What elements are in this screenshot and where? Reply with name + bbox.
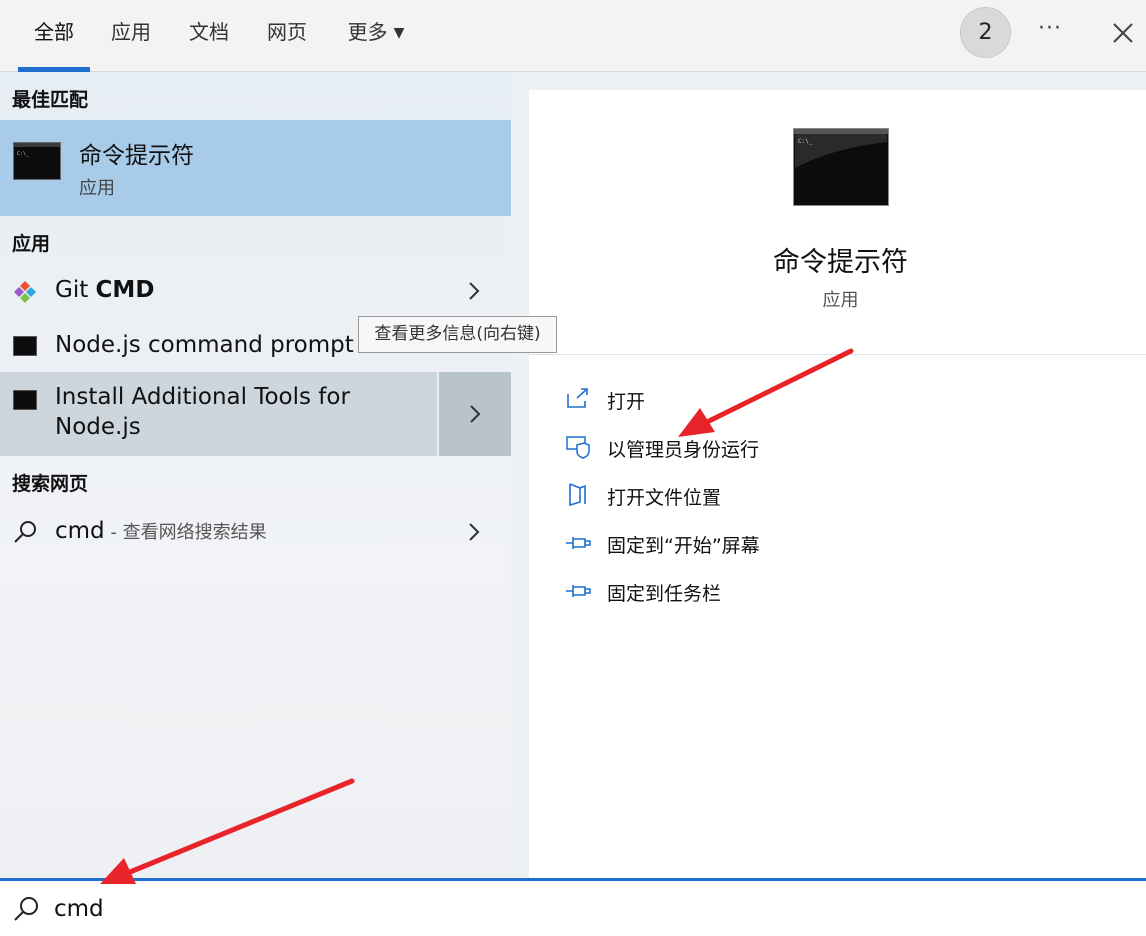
app-title: 命令提示符 bbox=[773, 247, 908, 278]
search-icon bbox=[14, 521, 36, 543]
command-prompt-icon: C:\_ bbox=[793, 128, 889, 206]
shield-icon bbox=[566, 436, 590, 459]
tab-all-label: 全部 bbox=[34, 20, 74, 44]
terminal-icon bbox=[13, 336, 37, 356]
search-scope-tabs: 全部 应用 文档 网页 更多 ▼ 2 ··· bbox=[0, 0, 1146, 72]
action-label: 固定到任务栏 bbox=[607, 583, 722, 605]
best-match-heading: 最佳匹配 bbox=[12, 89, 89, 111]
tab-web-label: 网页 bbox=[267, 20, 307, 44]
app-item-label: Node.js command prompt bbox=[55, 332, 354, 358]
details-pane: C:\_ 命令提示符 应用 打开 以管理员身份运行 打开文件位置 固定到“开始”… bbox=[529, 90, 1146, 878]
rewards-badge[interactable]: 2 bbox=[960, 7, 1011, 58]
web-search-item[interactable]: cmd - 查看网络搜索结果 bbox=[0, 510, 511, 554]
app-item-label-line1: Install Additional Tools for bbox=[55, 384, 350, 410]
search-input[interactable] bbox=[54, 891, 654, 927]
expand-details-button[interactable] bbox=[437, 372, 511, 456]
app-item-label: Git CMD bbox=[55, 277, 155, 303]
chevron-down-icon: ▼ bbox=[393, 25, 405, 41]
tab-more[interactable]: 更多 ▼ bbox=[336, 0, 416, 72]
action-label: 打开文件位置 bbox=[607, 487, 722, 509]
app-subtitle: 应用 bbox=[822, 290, 859, 311]
pin-icon bbox=[566, 585, 591, 597]
tab-web[interactable]: 网页 bbox=[256, 0, 318, 72]
tab-apps[interactable]: 应用 bbox=[100, 0, 162, 72]
divider bbox=[529, 354, 1146, 355]
search-web-heading: 搜索网页 bbox=[12, 473, 89, 495]
svg-text:C:\_: C:\_ bbox=[798, 138, 813, 145]
results-pane: 最佳匹配 C:\_ 命令提示符 应用 应用 Git CMD Node.js co… bbox=[0, 72, 511, 878]
action-label: 以管理员身份运行 bbox=[607, 439, 760, 461]
tab-documents-label: 文档 bbox=[189, 20, 229, 44]
folder-icon bbox=[569, 483, 586, 507]
apps-heading: 应用 bbox=[12, 233, 51, 255]
more-options-button[interactable]: ··· bbox=[1030, 14, 1070, 50]
svg-text:C:\_: C:\_ bbox=[17, 151, 30, 157]
close-icon bbox=[1113, 23, 1133, 43]
chevron-right-icon bbox=[470, 405, 481, 423]
app-item-label-line2: Node.js bbox=[55, 414, 141, 440]
action-label: 固定到“开始”屏幕 bbox=[607, 535, 760, 557]
chevron-right-icon[interactable] bbox=[460, 518, 488, 546]
chevron-right-icon[interactable] bbox=[460, 277, 488, 305]
web-search-label: cmd - 查看网络搜索结果 bbox=[55, 518, 267, 544]
tab-apps-label: 应用 bbox=[111, 20, 151, 44]
search-bar bbox=[0, 878, 1146, 936]
git-icon bbox=[14, 281, 36, 303]
command-prompt-icon: C:\_ bbox=[13, 142, 61, 180]
close-button[interactable] bbox=[1102, 12, 1142, 52]
tooltip: 查看更多信息(向右键) bbox=[358, 316, 557, 353]
open-icon bbox=[567, 388, 588, 408]
app-item-install-additional-tools[interactable]: Install Additional Tools for Node.js bbox=[0, 372, 511, 456]
best-match-title: 命令提示符 bbox=[79, 143, 194, 169]
terminal-icon bbox=[13, 390, 37, 410]
best-match-item[interactable]: C:\_ 命令提示符 应用 bbox=[0, 120, 511, 216]
search-icon bbox=[14, 897, 38, 921]
pin-icon bbox=[566, 537, 591, 549]
action-label: 打开 bbox=[607, 391, 646, 413]
app-item-git-cmd[interactable]: Git CMD bbox=[0, 270, 511, 312]
tab-documents[interactable]: 文档 bbox=[178, 0, 240, 72]
best-match-subtitle: 应用 bbox=[79, 178, 115, 199]
tab-all[interactable]: 全部 bbox=[18, 0, 90, 72]
tab-more-label: 更多 bbox=[347, 20, 388, 44]
